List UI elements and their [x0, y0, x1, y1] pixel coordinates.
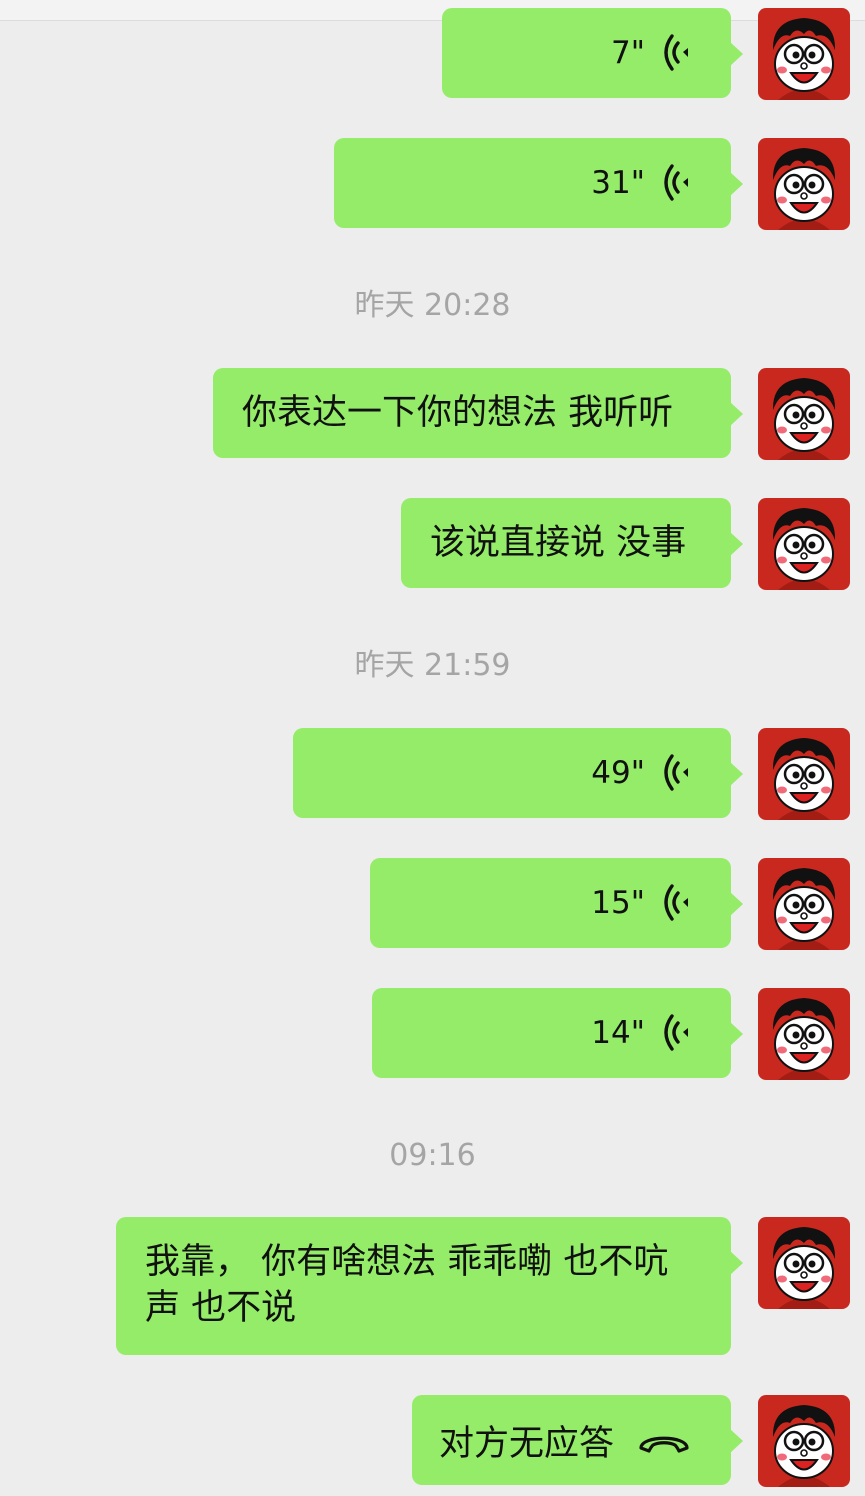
voice-duration: 31" — [591, 165, 645, 201]
message-text: 该说直接说 没事 — [430, 523, 687, 563]
voice-wave-icon — [661, 1013, 697, 1053]
avatar[interactable] — [758, 498, 850, 590]
avatar[interactable] — [758, 1217, 850, 1309]
voice-duration: 15" — [591, 885, 645, 921]
text-message-bubble[interactable]: 该说直接说 没事 — [401, 498, 743, 588]
timestamp: 昨天 21:59 — [354, 648, 511, 683]
avatar[interactable] — [758, 728, 850, 820]
text-message-bubble[interactable]: 你表达一下你的想法 我听听 — [213, 368, 743, 458]
phone-hangup-icon — [639, 1436, 689, 1453]
avatar[interactable] — [758, 988, 850, 1080]
voice-message-bubble[interactable]: 15" — [370, 858, 743, 948]
avatar[interactable] — [758, 368, 850, 460]
timestamp: 09:16 — [389, 1138, 476, 1173]
header-divider — [0, 0, 865, 21]
voice-duration: 14" — [591, 1015, 645, 1051]
message-text: 我靠， 你有啥想法 乖乖嘞 也不吭声 也不说 — [145, 1242, 669, 1328]
voice-duration: 49" — [591, 755, 645, 791]
voice-message-bubble[interactable]: 14" — [372, 988, 743, 1078]
text-message-bubble[interactable]: 我靠， 你有啥想法 乖乖嘞 也不吭声 也不说 — [116, 1217, 743, 1355]
voice-wave-icon — [661, 883, 697, 923]
voice-message-bubble[interactable]: 7" — [442, 8, 743, 98]
avatar[interactable] — [758, 8, 850, 100]
message-text: 你表达一下你的想法 我听听 — [242, 393, 674, 433]
voice-wave-icon — [661, 163, 697, 203]
voice-duration: 7" — [611, 35, 645, 71]
voice-wave-icon — [661, 33, 697, 73]
avatar[interactable] — [758, 858, 850, 950]
avatar[interactable] — [758, 1395, 850, 1487]
call-status-bubble[interactable]: 对方无应答 — [412, 1395, 743, 1485]
call-status-text: 对方无应答 — [439, 1423, 615, 1464]
avatar[interactable] — [758, 138, 850, 230]
timestamp: 昨天 20:28 — [354, 288, 511, 323]
voice-wave-icon — [661, 753, 697, 793]
voice-message-bubble[interactable]: 31" — [334, 138, 743, 228]
voice-message-bubble[interactable]: 49" — [293, 728, 743, 818]
